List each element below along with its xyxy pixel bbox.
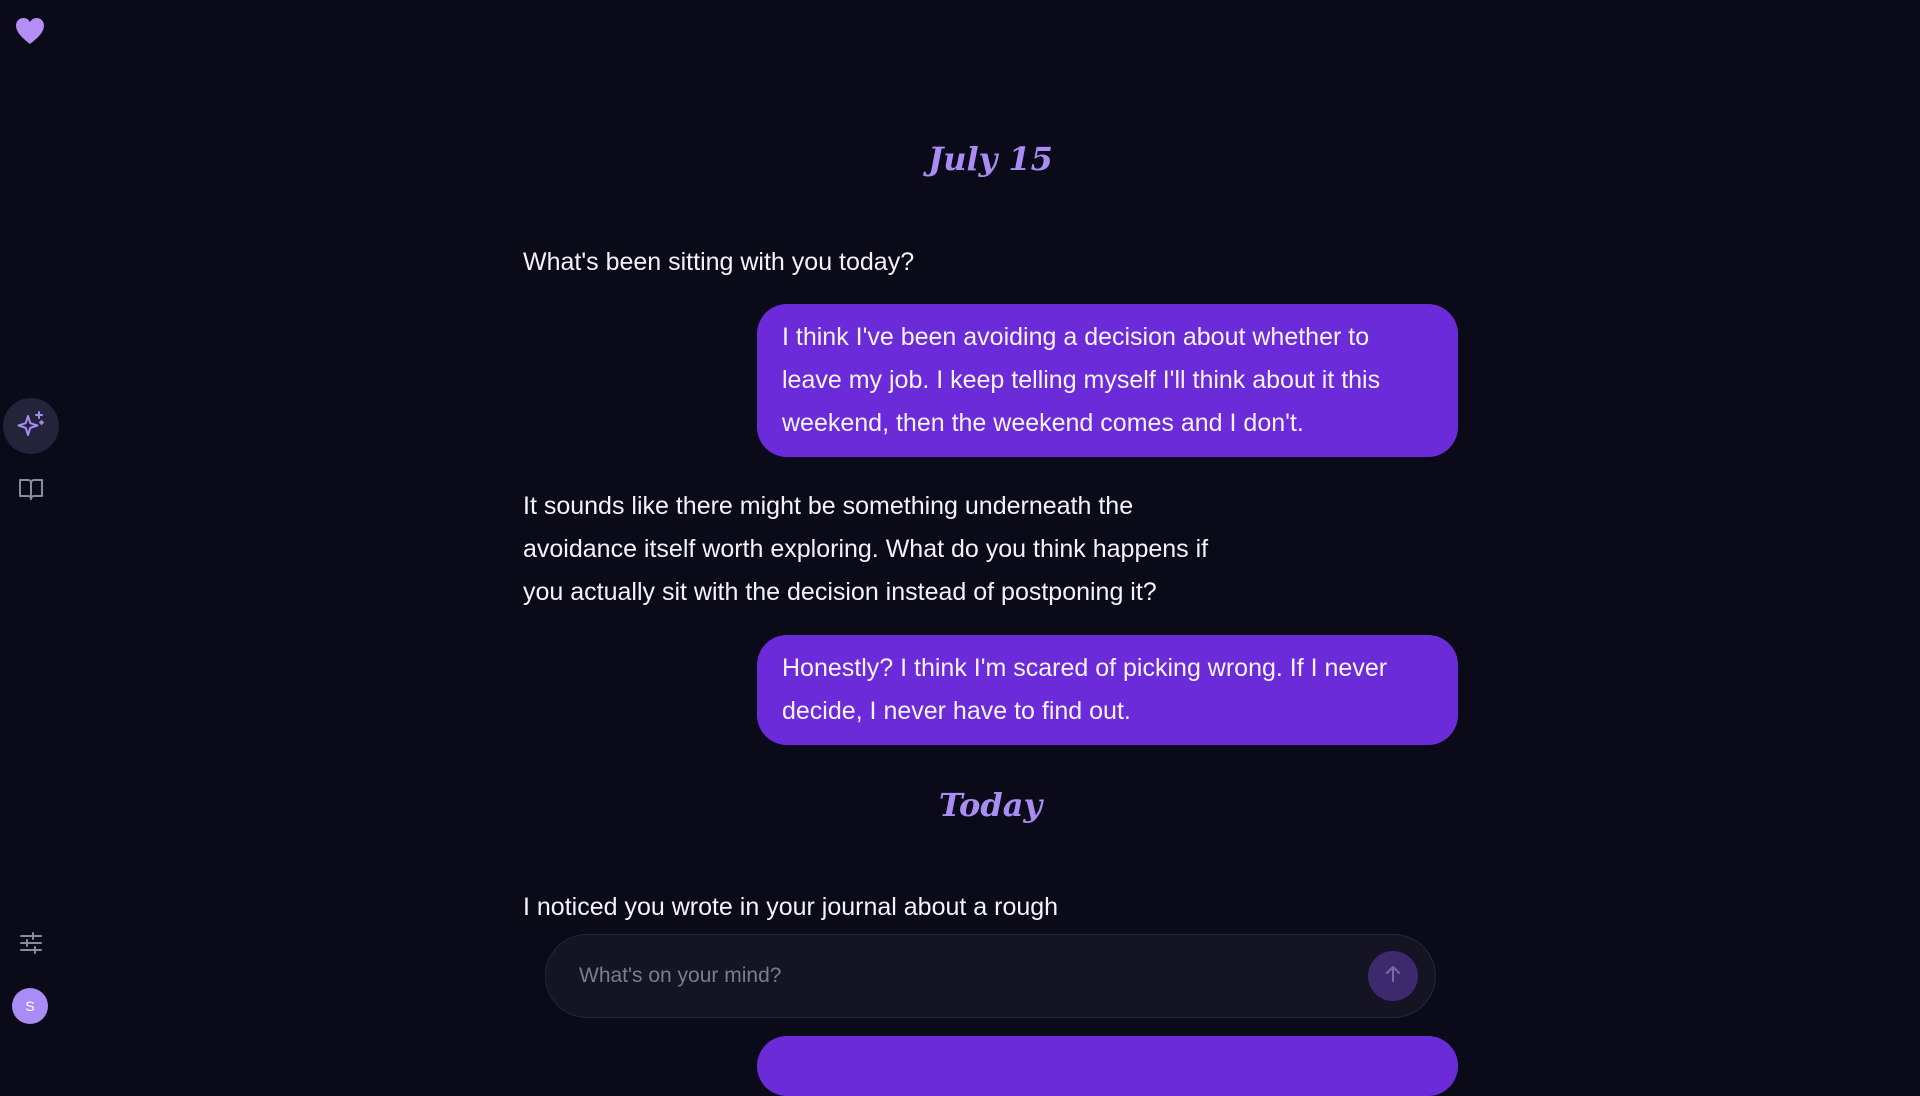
nav-reflect-button[interactable]	[3, 398, 59, 454]
composer	[545, 934, 1436, 1018]
user-message: Honestly? I think I'm scared of picking …	[757, 635, 1458, 745]
assistant-message: I noticed you wrote in your journal abou…	[523, 893, 1059, 921]
user-message	[757, 1036, 1458, 1096]
assistant-message: It sounds like there might be something …	[523, 492, 1209, 606]
sliders-icon	[18, 930, 44, 961]
conversation: July 15 What's been sitting with you tod…	[523, 0, 1458, 1096]
avatar[interactable]: S	[12, 988, 48, 1024]
heart-icon[interactable]	[14, 16, 46, 46]
user-message: I think I've been avoiding a decision ab…	[757, 304, 1458, 457]
send-button[interactable]	[1368, 951, 1418, 1001]
date-heading: July 15	[928, 140, 1053, 178]
assistant-message: What's been sitting with you today?	[523, 248, 915, 276]
sparkles-icon	[16, 409, 46, 444]
sidebar: S	[0, 0, 62, 1049]
arrow-up-icon	[1382, 963, 1404, 990]
date-heading: Today	[938, 786, 1043, 824]
message-input[interactable]	[577, 963, 1368, 989]
book-open-icon	[17, 475, 45, 508]
settings-button[interactable]	[3, 917, 59, 973]
nav-journal-button[interactable]	[3, 463, 59, 519]
